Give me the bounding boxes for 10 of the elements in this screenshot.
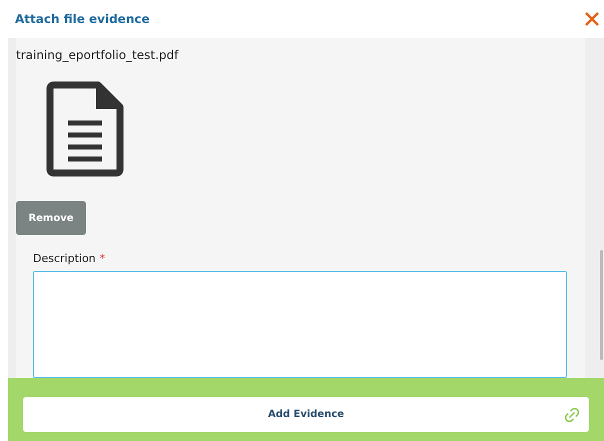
remove-button[interactable]: Remove: [16, 201, 86, 235]
dialog-title: Attach file evidence: [15, 11, 150, 28]
required-mark: *: [100, 251, 106, 267]
description-field[interactable]: [33, 270, 567, 378]
file-name: training_eportfolio_test.pdf: [16, 47, 180, 64]
scrollbar-thumb[interactable]: [600, 250, 603, 360]
document-icon: [46, 81, 124, 177]
close-icon[interactable]: [584, 11, 600, 27]
add-evidence-button[interactable]: Add Evidence: [23, 397, 589, 432]
description-label: Description: [33, 251, 96, 267]
